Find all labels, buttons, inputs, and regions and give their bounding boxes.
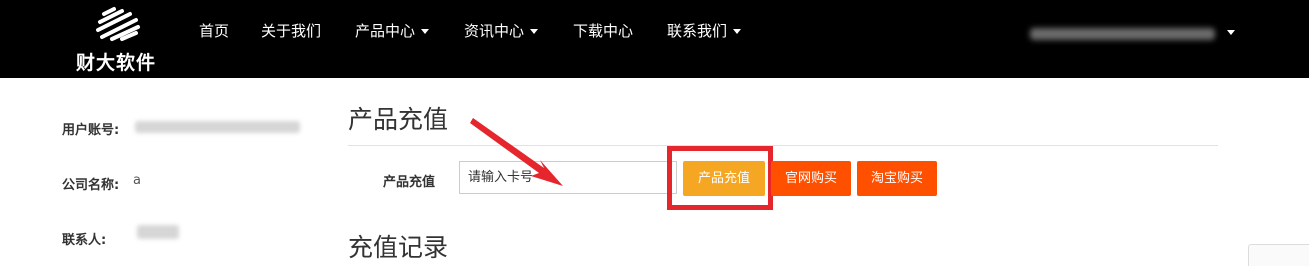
brand-logo[interactable]: 财大软件 xyxy=(70,6,170,74)
nav-contact-label: 联系我们 xyxy=(667,22,728,40)
redacted-account-value xyxy=(135,121,300,133)
company-value: a xyxy=(133,173,141,188)
taobao-buy-button[interactable]: 淘宝购买 xyxy=(857,161,937,196)
nav-about-label: 关于我们 xyxy=(261,22,322,40)
nav-home[interactable]: 首页 xyxy=(199,20,229,42)
contact-label: 联系人: xyxy=(62,233,107,248)
chevron-down-icon xyxy=(421,29,430,34)
nav-contact[interactable]: 联系我们 xyxy=(667,20,742,42)
top-navbar: 财大软件 首页 关于我们 产品中心 资讯中心 下载中心 联系我们 xyxy=(0,0,1309,78)
user-menu[interactable] xyxy=(1030,24,1235,44)
nav-news-label: 资讯中心 xyxy=(464,22,525,40)
nav-products-label: 产品中心 xyxy=(355,22,416,40)
brand-name: 财大软件 xyxy=(76,52,157,74)
annotation-arrow-icon xyxy=(470,118,563,186)
official-buy-button[interactable]: 官网购买 xyxy=(771,161,851,196)
chevron-down-icon xyxy=(1227,30,1235,35)
company-label: 公司名称: xyxy=(62,178,120,193)
redacted-contact-value xyxy=(137,225,179,239)
nav-download-label: 下载中心 xyxy=(573,22,634,40)
chevron-down-icon xyxy=(733,29,742,34)
recharge-form-label: 产品充值 xyxy=(383,175,436,190)
nav-about[interactable]: 关于我们 xyxy=(261,20,321,42)
recharge-button[interactable]: 产品充值 xyxy=(683,161,765,196)
history-title: 充值记录 xyxy=(348,233,449,262)
nav-products[interactable]: 产品中心 xyxy=(355,20,430,42)
recharge-title: 产品充值 xyxy=(348,105,449,134)
account-label: 用户账号: xyxy=(62,123,120,138)
nav-home-label: 首页 xyxy=(199,22,230,40)
nav-download[interactable]: 下载中心 xyxy=(573,20,633,42)
chevron-down-icon xyxy=(530,29,539,34)
redacted-username xyxy=(1030,28,1215,40)
caida-logo-icon xyxy=(96,7,140,41)
floating-widget[interactable] xyxy=(1248,244,1309,266)
nav-news[interactable]: 资讯中心 xyxy=(464,20,539,42)
